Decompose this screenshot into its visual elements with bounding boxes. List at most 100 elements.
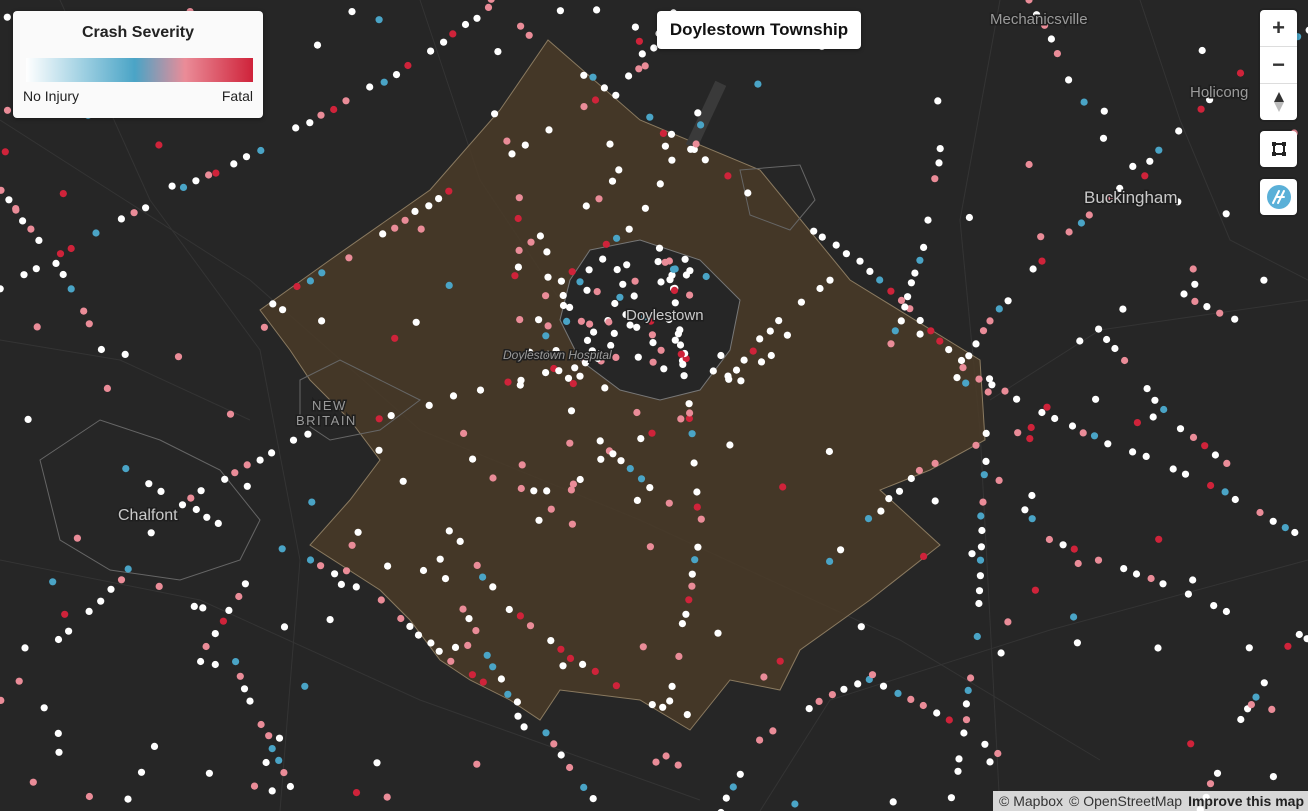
crash-point[interactable] — [589, 795, 597, 803]
crash-point[interactable] — [313, 41, 322, 49]
crash-point[interactable] — [656, 180, 664, 188]
crash-point[interactable] — [868, 671, 877, 679]
crash-point[interactable] — [544, 273, 552, 281]
crash-point[interactable] — [391, 224, 399, 232]
crash-point[interactable] — [250, 782, 259, 790]
crash-point[interactable] — [476, 386, 485, 394]
crash-point[interactable] — [226, 410, 235, 418]
crash-point[interactable] — [219, 617, 227, 625]
crash-point[interactable] — [976, 572, 985, 580]
crash-point[interactable] — [292, 124, 300, 132]
crash-point[interactable] — [1281, 524, 1289, 532]
crash-point[interactable] — [633, 496, 642, 504]
crash-point[interactable] — [568, 268, 576, 276]
crash-point[interactable] — [1180, 290, 1188, 298]
crash-point[interactable] — [391, 334, 399, 342]
crash-point[interactable] — [289, 436, 298, 444]
crash-point[interactable] — [525, 31, 533, 39]
crash-point[interactable] — [489, 663, 497, 671]
crash-point[interactable] — [612, 353, 620, 361]
crash-point[interactable] — [1025, 160, 1033, 169]
crash-point[interactable] — [724, 172, 732, 180]
crash-point[interactable] — [530, 487, 538, 495]
crash-point[interactable] — [876, 276, 884, 284]
crash-point[interactable] — [535, 516, 543, 524]
crash-point[interactable] — [722, 794, 730, 802]
crash-point[interactable] — [1210, 602, 1218, 610]
crash-point[interactable] — [404, 61, 412, 70]
crash-point[interactable] — [583, 336, 592, 344]
crash-point[interactable] — [157, 487, 165, 495]
crash-point[interactable] — [406, 622, 414, 631]
crash-point[interactable] — [1100, 107, 1108, 115]
crash-point[interactable] — [515, 194, 523, 202]
crash-point[interactable] — [483, 651, 491, 659]
crash-point[interactable] — [931, 175, 939, 183]
crash-point[interactable] — [580, 71, 588, 79]
crash-point[interactable] — [657, 278, 665, 286]
crash-point[interactable] — [602, 240, 610, 248]
crash-point[interactable] — [569, 380, 577, 388]
crash-point[interactable] — [383, 793, 391, 801]
crash-point[interactable] — [1213, 769, 1222, 777]
crash-point[interactable] — [199, 604, 207, 612]
crash-point[interactable] — [973, 632, 981, 641]
crash-point[interactable] — [962, 716, 971, 724]
crash-point[interactable] — [856, 257, 864, 265]
crash-point[interactable] — [625, 72, 633, 80]
crash-point[interactable] — [211, 630, 219, 638]
crash-point[interactable] — [641, 62, 649, 70]
crash-point[interactable] — [19, 217, 27, 225]
crash-point[interactable] — [124, 565, 132, 573]
crash-point[interactable] — [639, 643, 647, 651]
crash-point[interactable] — [842, 250, 851, 258]
crash-point[interactable] — [674, 330, 683, 338]
crash-point[interactable] — [825, 447, 834, 456]
crash-point[interactable] — [936, 337, 944, 345]
crash-point[interactable] — [559, 301, 568, 310]
crash-point[interactable] — [693, 488, 701, 496]
crash-point[interactable] — [960, 729, 968, 737]
improve-map-link[interactable]: Improve this map — [1188, 793, 1304, 809]
crash-point[interactable] — [687, 145, 695, 153]
crash-point[interactable] — [754, 80, 762, 88]
crash-point[interactable] — [301, 682, 309, 690]
crash-point[interactable] — [897, 317, 905, 325]
crash-point[interactable] — [1295, 630, 1303, 639]
crash-point[interactable] — [65, 627, 73, 635]
crash-point[interactable] — [1237, 715, 1245, 724]
crash-point[interactable] — [557, 751, 565, 759]
crash-point[interactable] — [521, 141, 529, 149]
crash-point[interactable] — [449, 30, 457, 38]
crash-point[interactable] — [236, 672, 244, 680]
crash-point[interactable] — [805, 705, 813, 713]
crash-point[interactable] — [197, 487, 205, 495]
crash-point[interactable] — [648, 429, 656, 437]
crash-point[interactable] — [919, 701, 927, 710]
crash-point[interactable] — [137, 768, 146, 776]
crash-point[interactable] — [1203, 303, 1211, 311]
crash-point[interactable] — [668, 156, 676, 164]
crash-point[interactable] — [97, 597, 105, 605]
crash-point[interactable] — [1198, 46, 1206, 55]
crash-point[interactable] — [1074, 559, 1082, 568]
crash-point[interactable] — [659, 703, 667, 711]
crash-point[interactable] — [542, 729, 550, 737]
crash-point[interactable] — [5, 196, 13, 204]
crash-point[interactable] — [637, 475, 646, 483]
crash-point[interactable] — [399, 477, 407, 485]
crash-point[interactable] — [542, 332, 550, 340]
crash-point[interactable] — [445, 527, 453, 535]
draw-polygon-button[interactable] — [1260, 131, 1297, 167]
crash-point[interactable] — [854, 680, 862, 688]
crash-point[interactable] — [221, 475, 229, 483]
crash-point[interactable] — [1045, 535, 1053, 544]
crash-point[interactable] — [1260, 276, 1268, 284]
crash-point[interactable] — [504, 690, 512, 698]
crash-point[interactable] — [568, 520, 577, 528]
crash-point[interactable] — [417, 225, 425, 233]
crash-point[interactable] — [24, 415, 32, 423]
zoom-out-button[interactable]: − — [1260, 46, 1297, 83]
crash-point[interactable] — [965, 213, 974, 222]
crash-point[interactable] — [168, 182, 176, 190]
